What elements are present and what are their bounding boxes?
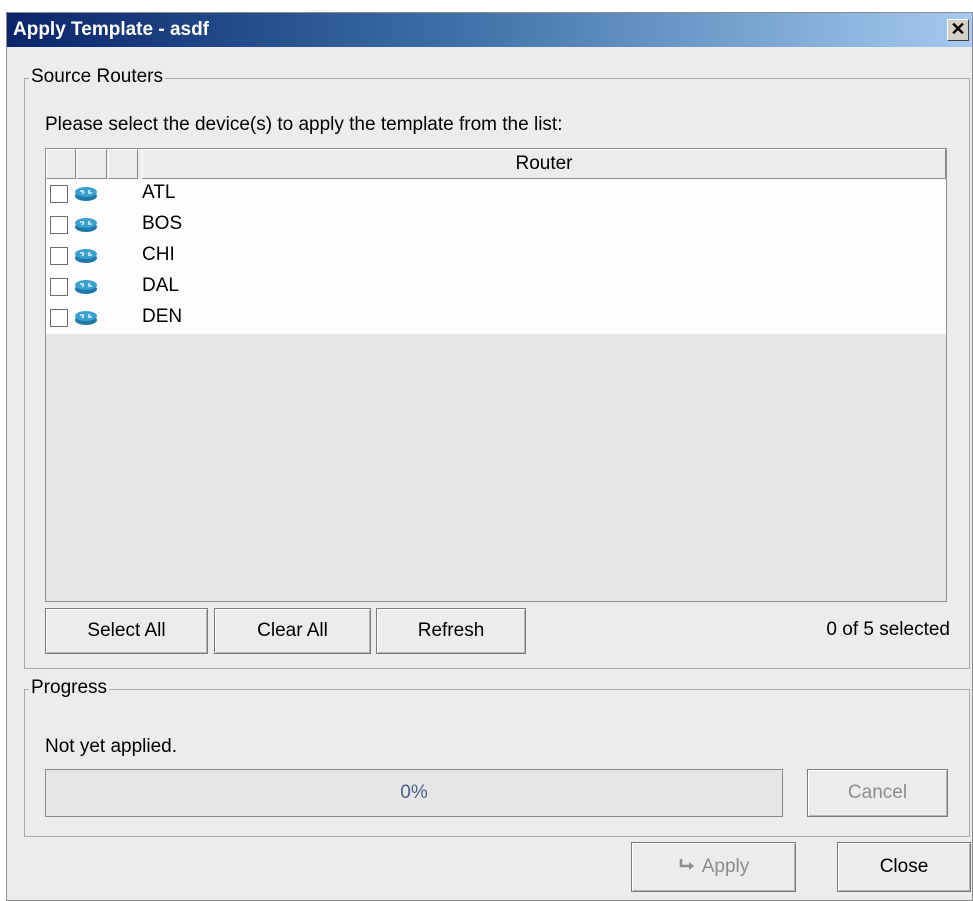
source-routers-legend: Source Routers	[29, 66, 166, 88]
progress-percent: 0%	[400, 782, 428, 803]
router-name: DEN	[142, 306, 183, 327]
router-icon	[75, 187, 97, 201]
table-row[interactable]: CHI	[46, 241, 946, 272]
apply-button[interactable]: Apply	[631, 842, 796, 892]
router-name: DAL	[142, 275, 179, 296]
table-row[interactable]: ATL	[46, 179, 946, 210]
column-header-select[interactable]	[46, 149, 76, 179]
router-icon	[75, 249, 97, 263]
progress-legend: Progress	[29, 677, 110, 699]
column-header-type[interactable]	[108, 149, 138, 179]
router-table[interactable]: Router ATL BOS CHI DAL DEN	[45, 148, 947, 602]
cancel-button[interactable]: Cancel	[807, 769, 948, 817]
router-icon	[75, 218, 97, 232]
router-name: BOS	[142, 213, 183, 234]
row-checkbox[interactable]	[50, 216, 68, 234]
progress-bar: 0%	[45, 769, 783, 817]
router-icon	[75, 311, 97, 325]
router-icon	[75, 280, 97, 294]
select-all-button[interactable]: Select All	[45, 608, 208, 654]
apply-arrow-icon	[678, 856, 696, 878]
router-name: ATL	[142, 182, 176, 203]
apply-template-dialog: Apply Template - asdf ✕ Source Routers P…	[6, 12, 973, 901]
table-row[interactable]: DEN	[46, 303, 946, 334]
row-checkbox[interactable]	[50, 185, 68, 203]
column-header-router[interactable]: Router	[142, 149, 946, 179]
clear-all-button[interactable]: Clear All	[214, 608, 371, 654]
row-checkbox[interactable]	[50, 278, 68, 296]
close-icon: ✕	[950, 19, 966, 39]
table-header: Router	[46, 149, 946, 179]
column-header-icon[interactable]	[77, 149, 107, 179]
close-button[interactable]: Close	[837, 842, 971, 892]
progress-status: Not yet applied.	[45, 736, 178, 757]
table-row[interactable]: BOS	[46, 210, 946, 241]
selection-count: 0 of 5 selected	[826, 619, 950, 640]
close-window-button[interactable]: ✕	[947, 19, 969, 41]
apply-label: Apply	[701, 856, 750, 877]
row-checkbox[interactable]	[50, 309, 68, 327]
title-bar[interactable]: Apply Template - asdf ✕	[7, 13, 972, 47]
router-name: CHI	[142, 244, 175, 265]
refresh-button[interactable]: Refresh	[376, 608, 526, 654]
router-rows: ATL BOS CHI DAL DEN	[46, 179, 946, 334]
dialog-title: Apply Template - asdf	[13, 19, 210, 40]
instruction-text: Please select the device(s) to apply the…	[45, 114, 563, 135]
table-row[interactable]: DAL	[46, 272, 946, 303]
row-checkbox[interactable]	[50, 247, 68, 265]
